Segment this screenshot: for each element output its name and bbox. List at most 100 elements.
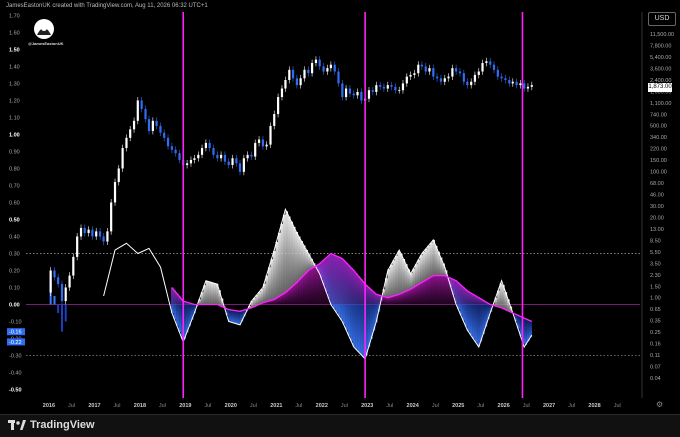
candle-body <box>497 70 499 77</box>
background <box>0 0 680 436</box>
signal-fill-bar <box>298 280 301 304</box>
candle-body <box>159 126 161 133</box>
signal-fill-bar <box>358 276 361 304</box>
signal-fill-bar <box>430 277 433 304</box>
ribbon-bar <box>417 260 420 285</box>
signal-fill-bar <box>405 291 408 304</box>
candle-body <box>372 90 374 92</box>
ribbon-bar <box>293 227 296 285</box>
ribbon-bar <box>285 211 288 291</box>
right-axis-label: 5,400.00 <box>650 55 671 61</box>
signal-fill-bar <box>370 290 373 305</box>
candle-body <box>489 61 491 64</box>
time-axis-label: Jul <box>568 403 575 409</box>
candle-body <box>243 158 245 172</box>
candle-body <box>345 89 347 98</box>
signal-fill-bar <box>303 275 306 304</box>
footer-bar: TradingView <box>0 414 680 437</box>
candle-body <box>334 65 336 72</box>
settings-gear-icon[interactable]: ⚙ <box>656 400 663 409</box>
candle-body <box>152 121 154 131</box>
ribbon-bar <box>278 233 281 297</box>
signal-fill-bar <box>355 273 358 304</box>
candle-body <box>284 80 286 89</box>
histogram-bar <box>54 296 56 305</box>
candle-body <box>129 129 131 138</box>
candle-body <box>106 231 108 241</box>
candle-body <box>118 168 120 182</box>
left-axis-label: 1.30 <box>9 81 20 87</box>
candle-body <box>220 155 222 158</box>
ribbon-bar <box>283 215 286 294</box>
candle-body <box>216 155 218 158</box>
time-axis-label: Jul <box>295 403 302 409</box>
right-axis-label: 3.50 <box>650 261 661 267</box>
currency-button[interactable]: USD <box>648 12 676 26</box>
ribbon-bar <box>527 320 530 341</box>
right-axis-label: 3,600.00 <box>650 66 671 72</box>
signal-fill-bar <box>470 293 473 305</box>
candle-body <box>512 82 514 84</box>
right-axis-label: 340.00 <box>650 135 667 141</box>
candle-body <box>349 89 351 94</box>
ribbon-bar <box>524 319 527 345</box>
right-axis-label: 20.00 <box>650 215 664 221</box>
ribbon-bar <box>305 250 308 273</box>
ribbon-bar <box>480 299 483 342</box>
time-axis-label: 2026 <box>498 403 510 409</box>
signal-fill-bar <box>313 267 316 304</box>
signal-fill-bar <box>280 295 283 304</box>
time-axis-label: Jul <box>204 403 211 409</box>
candle-body <box>125 138 127 148</box>
ribbon-bar <box>236 311 239 324</box>
ribbon-bar <box>273 251 276 300</box>
left-axis-label: 1.00 <box>9 132 20 138</box>
right-axis-label: 220.00 <box>650 147 667 153</box>
signal-fill-bar <box>293 285 296 304</box>
candle-body <box>193 158 195 160</box>
candle-body <box>209 143 211 148</box>
left-axis-label: 0.80 <box>9 166 20 172</box>
left-axis-label: 0.40 <box>9 234 20 240</box>
right-axis-label: 150.00 <box>650 158 667 164</box>
candle-body <box>141 100 143 109</box>
ribbon-bar <box>397 251 400 294</box>
left-axis-label: 0.70 <box>9 183 20 189</box>
candle-body <box>231 158 233 165</box>
ribbon-bar <box>425 249 428 280</box>
time-axis-label: Jul <box>341 403 348 409</box>
left-axis-flag-label: -0.22 <box>9 340 22 346</box>
candle-body <box>148 119 150 131</box>
candle-body <box>356 92 358 95</box>
signal-fill-bar <box>343 260 346 304</box>
tradingview-logo-icon[interactable] <box>8 420 26 432</box>
signal-fill-bar <box>345 263 348 305</box>
time-axis-label: 2024 <box>407 403 420 409</box>
signal-fill-bar <box>308 270 311 304</box>
last-price-flag: 1,873.00 <box>648 83 672 92</box>
histogram-bar <box>65 304 67 321</box>
candle-body <box>315 60 317 63</box>
candle-body <box>425 66 427 71</box>
candle-body <box>102 236 104 241</box>
candle-body <box>455 68 457 71</box>
signal-fill-bar <box>425 280 428 304</box>
ribbon-bar <box>412 269 415 288</box>
tradingview-brand[interactable]: TradingView <box>30 419 95 431</box>
signal-fill-bar <box>385 297 388 304</box>
candle-body <box>250 155 252 157</box>
candle-body <box>239 163 241 172</box>
candle-body <box>292 70 294 79</box>
time-axis-label: Jul <box>159 403 166 409</box>
candle-body <box>65 287 67 301</box>
candle-body <box>137 100 139 120</box>
candle-body <box>311 63 313 73</box>
left-axis-label: 0.20 <box>9 268 20 274</box>
candle-body <box>300 78 302 85</box>
candle-body <box>459 72 461 74</box>
right-axis-label: 2.30 <box>650 273 661 279</box>
ribbon-bar <box>402 259 405 292</box>
signal-fill-bar <box>278 297 281 305</box>
candle-body <box>319 60 321 67</box>
time-axis-label: Jul <box>614 403 621 409</box>
